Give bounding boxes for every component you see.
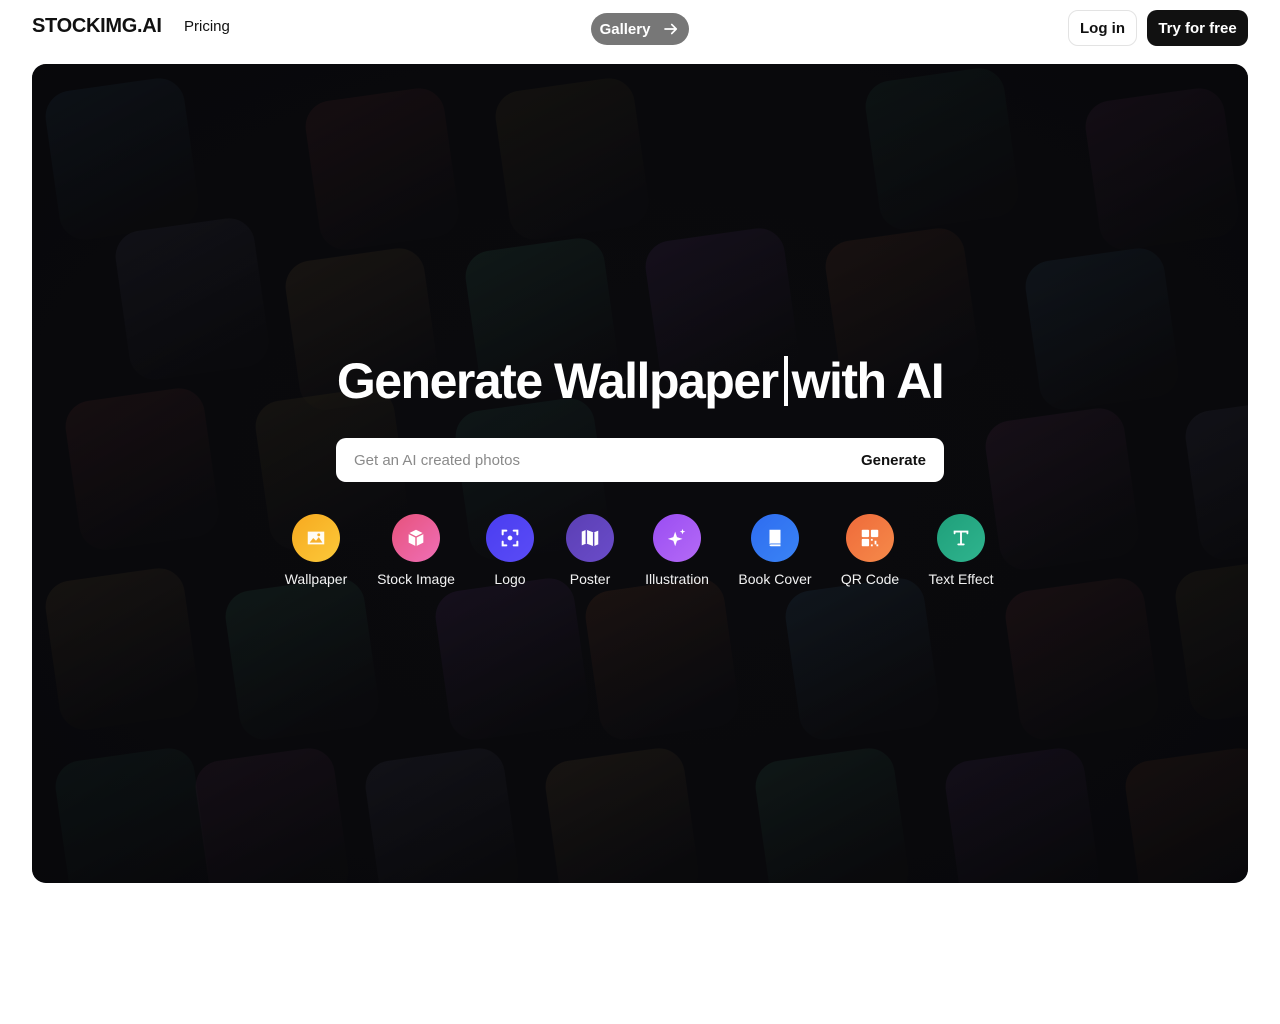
hero-section: Generate Wallpaperwith AI Generate Wallp… (32, 64, 1248, 883)
category-poster[interactable]: Poster (540, 514, 640, 587)
headline-text-1: Generate Wallpaper (336, 353, 779, 409)
image-icon (292, 514, 340, 562)
arrow-right-icon (664, 23, 678, 35)
category-label: Logo (494, 571, 526, 587)
category-label: Text Effect (928, 571, 994, 587)
category-stock-image[interactable]: Stock Image (366, 514, 466, 587)
top-nav: STOCKIMG.AI Pricing Gallery Log in Try f… (0, 0, 1280, 56)
category-illustration[interactable]: Illustration (627, 514, 727, 587)
book-icon (751, 514, 799, 562)
category-label: Stock Image (377, 571, 455, 587)
category-list: Wallpaper Stock Image Logo Poster Illustrati… (32, 514, 1248, 594)
category-label: Poster (569, 571, 611, 587)
typing-caret (783, 356, 788, 406)
hero-headline: Generate Wallpaper with AI (32, 352, 1248, 410)
category-label: Wallpaper (284, 571, 348, 587)
generate-button[interactable]: Generate (861, 452, 926, 469)
gallery-label: Gallery (599, 20, 651, 38)
category-qr-code[interactable]: QR Code (820, 514, 920, 587)
text-icon (937, 514, 985, 562)
qr-code-icon (846, 514, 894, 562)
logo[interactable]: STOCKIMG.AI (32, 15, 162, 38)
category-text-effect[interactable]: Text Effect (911, 514, 1011, 587)
pricing-link[interactable]: Pricing (184, 18, 230, 35)
try-for-free-button[interactable]: Try for free (1147, 10, 1248, 46)
category-label: Book Cover (738, 571, 812, 587)
prompt-search-bar: Generate (336, 438, 944, 482)
prompt-input[interactable] (336, 451, 861, 469)
headline-text-2: with AI (791, 353, 945, 409)
category-wallpaper[interactable]: Wallpaper (266, 514, 366, 587)
category-label: QR Code (840, 571, 900, 587)
sparkle-icon (653, 514, 701, 562)
map-icon (566, 514, 614, 562)
login-button[interactable]: Log in (1068, 10, 1137, 46)
package-icon (392, 514, 440, 562)
category-book-cover[interactable]: Book Cover (725, 514, 825, 587)
category-label: Illustration (645, 571, 709, 587)
gallery-button[interactable]: Gallery (591, 13, 689, 45)
focus-icon (486, 514, 534, 562)
